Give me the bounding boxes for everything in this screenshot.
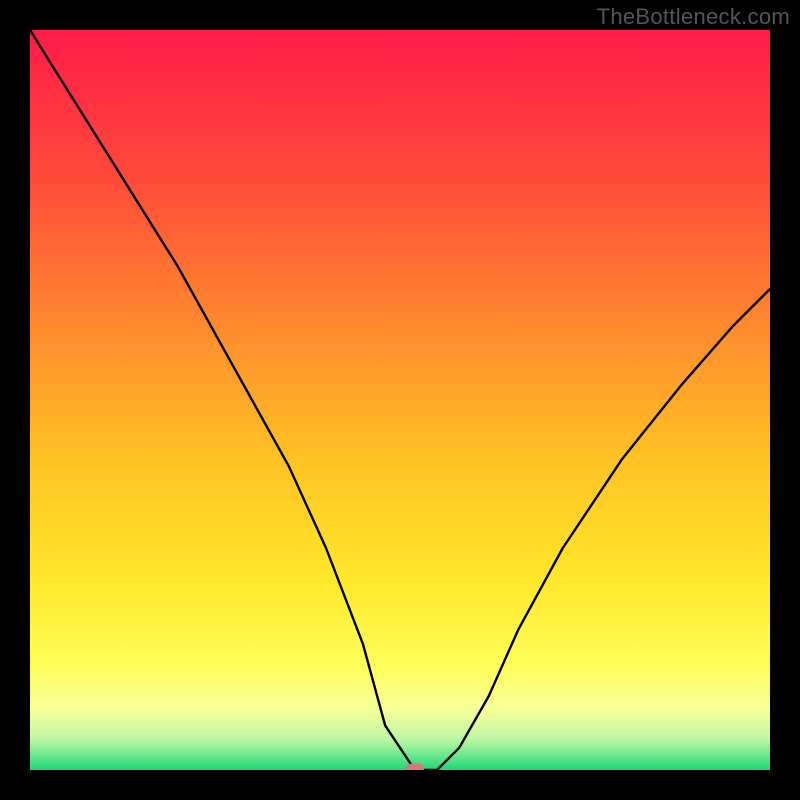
chart-area (30, 30, 770, 770)
chart-svg (30, 30, 770, 770)
watermark-text: TheBottleneck.com (597, 4, 790, 30)
chart-background (30, 30, 770, 770)
marker-point (406, 764, 424, 770)
chart-frame: TheBottleneck.com (0, 0, 800, 800)
